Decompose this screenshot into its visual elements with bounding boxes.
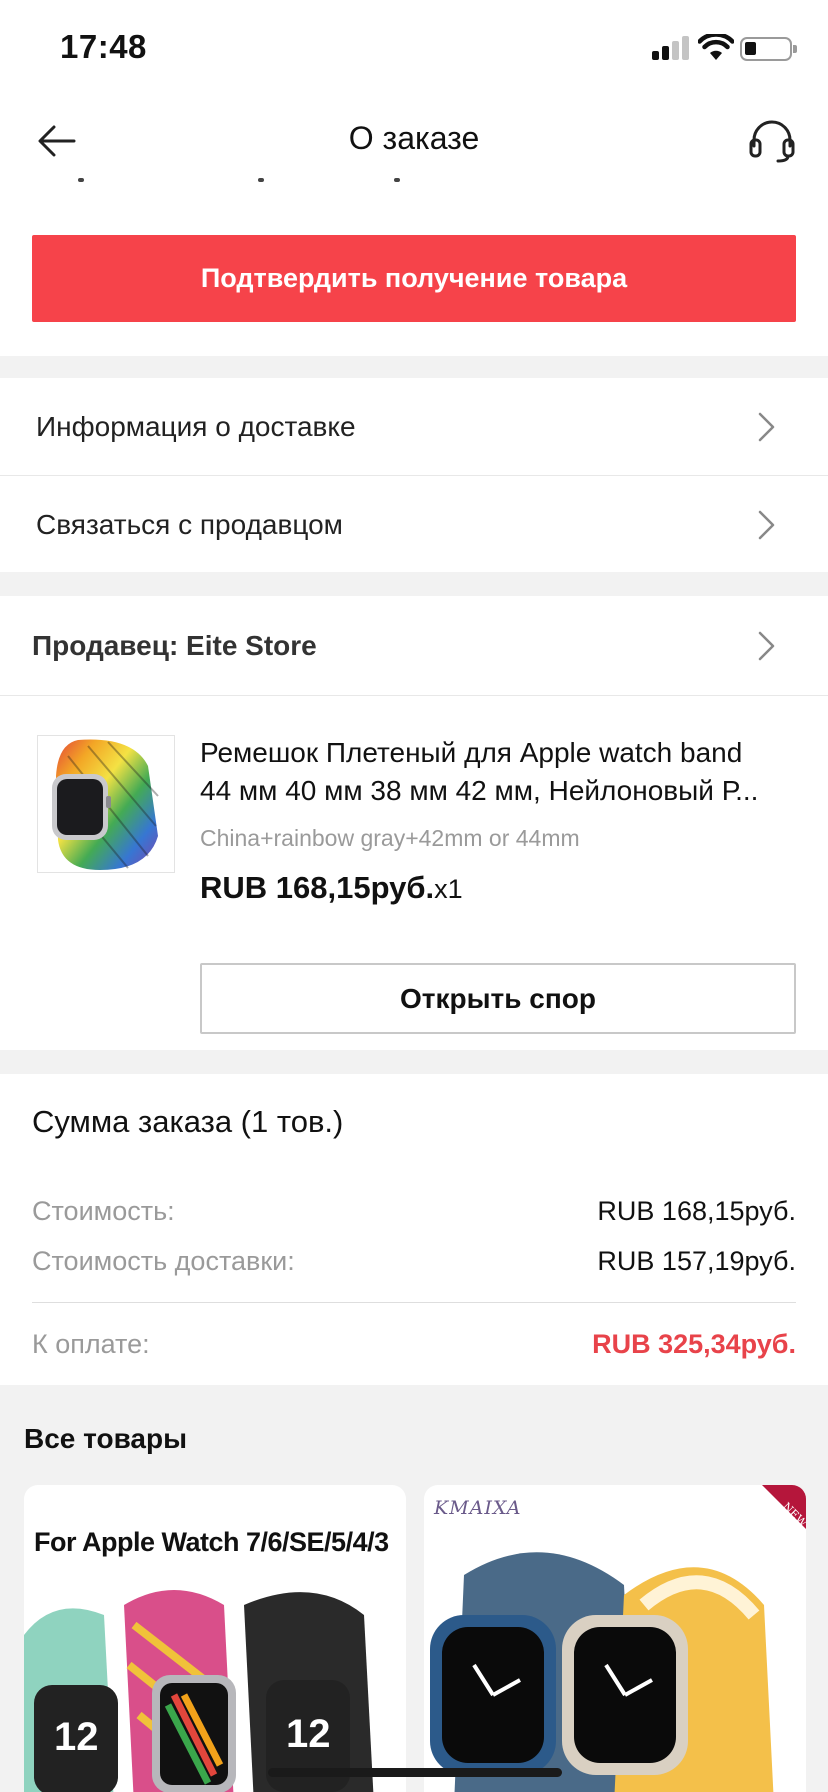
headset-support-icon[interactable] — [748, 118, 796, 164]
contact-seller-row[interactable]: Связаться с продавцом — [0, 476, 828, 572]
cellular-signal-icon — [652, 36, 690, 60]
confirm-receipt-button[interactable]: Подтвердить получение товара — [32, 235, 796, 322]
divider — [0, 695, 828, 696]
divider — [32, 1302, 796, 1303]
recommendations-section: Все товары For Apple Watch 7/6/SE/5/4/3 … — [0, 1385, 828, 1792]
chevron-right-icon — [758, 412, 775, 442]
seller-row[interactable]: Продавец: Eite Store — [0, 596, 828, 695]
shipping-label: Стоимость доставки: — [32, 1246, 295, 1276]
contact-seller-label: Связаться с продавцом — [36, 509, 343, 540]
quantity: x1 — [434, 874, 463, 904]
section-gap — [0, 356, 828, 378]
product-variant: China+rainbow gray+42mm or 44mm — [200, 825, 580, 851]
product-thumbnail[interactable] — [37, 735, 175, 873]
product-price: RUB 168,15руб.x1 — [200, 870, 463, 906]
delivery-info-label: Информация о доставке — [36, 411, 356, 442]
total-label: К оплате: — [32, 1329, 150, 1359]
page-title: О заказе — [348, 120, 480, 156]
card-caption: For Apple Watch 7/6/SE/5/4/3 — [34, 1527, 389, 1557]
cost-value: RUB 168,15руб. — [597, 1196, 796, 1226]
seller-name: Продавец: Eite Store — [32, 630, 317, 661]
home-indicator[interactable] — [268, 1768, 562, 1777]
chevron-right-icon — [758, 510, 775, 540]
status-bar: 17:48 — [0, 0, 828, 100]
chevron-right-icon — [758, 631, 775, 661]
status-time: 17:48 — [60, 28, 147, 65]
all-products-title: Все товары — [24, 1423, 188, 1454]
wifi-icon — [698, 34, 734, 60]
section-gap — [0, 1050, 828, 1074]
order-details-screen: 17:48 О заказе Подтвердить получение тов… — [0, 0, 828, 1792]
product-title[interactable]: Ремешок Плетеный для Apple watch band 44… — [200, 734, 790, 810]
nav-bar: О заказе — [0, 100, 828, 182]
section-gap — [0, 572, 828, 596]
battery-icon — [740, 37, 797, 61]
scrolled-content-edge — [0, 172, 828, 186]
watches-image — [430, 1552, 774, 1792]
watch-bands-image: 12 12 — [24, 1590, 374, 1792]
price-value: RUB 168,15руб. — [200, 870, 435, 905]
shipping-value: RUB 157,19руб. — [597, 1246, 796, 1276]
product-card[interactable]: KMAIXA NEW COLORS — [424, 1485, 806, 1792]
svg-text:12: 12 — [54, 1715, 99, 1759]
product-card[interactable]: For Apple Watch 7/6/SE/5/4/3 12 12 — [24, 1485, 406, 1792]
cost-label: Стоимость: — [32, 1196, 175, 1226]
order-summary-title: Сумма заказа (1 тов.) — [32, 1104, 344, 1139]
delivery-info-row[interactable]: Информация о доставке — [0, 378, 828, 475]
open-dispute-button[interactable]: Открыть спор — [200, 963, 796, 1034]
total-value: RUB 325,34руб. — [592, 1329, 796, 1359]
svg-text:12: 12 — [286, 1712, 331, 1756]
